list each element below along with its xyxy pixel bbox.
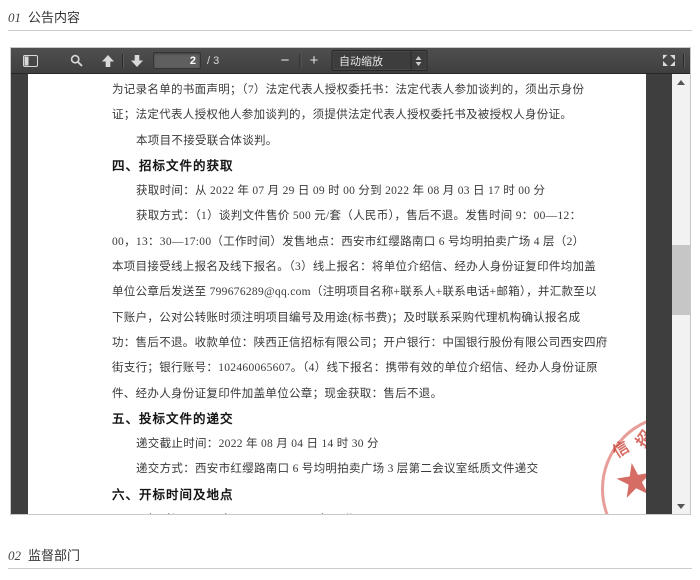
sidebar-toggle-icon — [23, 55, 38, 67]
document-text-line: 本项目不接受联合体谈判。 — [112, 129, 638, 154]
section-number: 01 — [8, 10, 21, 25]
toolbar-left-group: / 3 — [11, 48, 219, 73]
section-header-announcement: 01 公告内容 — [8, 7, 80, 26]
zoom-out-button[interactable]: − — [274, 51, 296, 71]
pdf-page: 为记录名单的书面声明；（7）法定代表人授权委托书：法定代表人参加谈判的，须出示身… — [28, 74, 646, 514]
document-text-line: 功：售后不退。收款单位：陕西正信招标有限公司；开户银行：中国银行股份有限公司西安… — [112, 331, 638, 356]
pdf-viewer-body: 为记录名单的书面声明；（7）法定代表人授权委托书：法定代表人参加谈判的，须出示身… — [11, 74, 690, 514]
document-text-line: 单位公章后发送至 799676289@qq.com（注明项目名称+联系人+联系电… — [112, 280, 638, 305]
presentation-mode-button[interactable] — [658, 51, 680, 71]
section-title: 公告内容 — [28, 10, 80, 25]
document-heading: 六、开标时间及地点 — [112, 483, 638, 508]
arrow-up-icon — [101, 55, 115, 67]
toolbar-right-group — [658, 48, 690, 73]
document-text-line: 件、经办人身份证复印件加盖单位公章；现金获取：售后不退。 — [112, 382, 638, 407]
pdf-toolbar: / 3 − + 自动缩放 — [11, 48, 690, 74]
plus-icon: + — [310, 53, 319, 68]
section-title: 监督部门 — [28, 548, 80, 563]
document-text-line: 本项目接受线上报名及线下报名。（3）线上报名：将单位介绍信、经办人身份证复印件均… — [112, 255, 638, 280]
document-text-line: 递交截止时间：2022 年 08 月 04 日 14 时 30 分 — [112, 432, 638, 457]
sidebar-toggle-button[interactable] — [19, 51, 41, 71]
pdf-viewer: / 3 − + 自动缩放 — [10, 47, 691, 515]
search-icon — [70, 54, 83, 67]
scroll-down-icon — [677, 504, 685, 509]
scroll-up-icon — [677, 80, 685, 85]
section-header-supervision: 02 监督部门 — [8, 545, 80, 564]
document-text-line: 递交方式：西安市红缨路南口 6 号均明拍卖广场 3 层第二会议室纸质文件递交 — [112, 457, 638, 482]
previous-page-button[interactable] — [97, 51, 119, 71]
document-text-line: 为记录名单的书面声明；（7）法定代表人授权委托书：法定代表人参加谈判的，须出示身… — [112, 78, 638, 103]
zoom-select-value: 自动缩放 — [332, 53, 410, 69]
search-button[interactable] — [65, 51, 87, 71]
document-heading: 五、投标文件的递交 — [112, 407, 638, 432]
zoom-select[interactable]: 自动缩放 — [331, 50, 427, 71]
document-text-line: 下账户，公对公转账时须注明项目编号及用途(标书费)；及时联系采购代理机构确认报名… — [112, 306, 638, 331]
select-spinner-icon — [410, 51, 426, 70]
toolbar-separator — [122, 54, 123, 68]
zoom-in-button[interactable]: + — [303, 51, 325, 71]
vertical-scrollbar[interactable] — [672, 74, 690, 514]
divider — [8, 30, 692, 31]
scroll-down-button[interactable] — [672, 498, 690, 514]
minus-icon: − — [281, 53, 290, 68]
page-count-label: / 3 — [207, 55, 219, 67]
next-page-button[interactable] — [126, 51, 148, 71]
document-text-line: 开标时间：2022 年 08 月 04 日 14 时 30 分 — [112, 508, 638, 514]
stamp-star-icon: ★ — [610, 450, 646, 510]
toolbar-zoom-group: − + 自动缩放 — [274, 48, 427, 73]
document-lines: 为记录名单的书面声明；（7）法定代表人授权委托书：法定代表人参加谈判的，须出示身… — [28, 74, 646, 514]
document-heading: 四、招标文件的获取 — [112, 154, 638, 179]
fullscreen-icon — [662, 54, 676, 67]
arrow-down-icon — [130, 55, 144, 67]
document-text-line: 获取时间：从 2022 年 07 月 29 日 09 时 00 分到 2022 … — [112, 179, 638, 204]
stamp-character: 招 — [629, 425, 646, 452]
section-number: 02 — [8, 548, 21, 563]
scrollbar-thumb[interactable] — [672, 245, 690, 315]
toolbar-separator — [299, 54, 300, 68]
document-text-line: 证；法定代表人授权他人参加谈判的，须提供法定代表人授权委托书及被授权人身份证。 — [112, 103, 638, 128]
page-number-input[interactable] — [153, 52, 201, 69]
scroll-up-button[interactable] — [672, 74, 690, 90]
document-text-line: 街支行；银行账号：102460065607。（4）线下报名：携带有效的单位介绍信… — [112, 356, 638, 381]
document-text-line: 获取方式：（1）谈判文件售价 500 元/套（人民币），售后不退。发售时间 9：… — [112, 204, 638, 229]
divider — [8, 568, 692, 569]
toolbar-separator — [683, 54, 684, 68]
document-text-line: 00，13：30—17:00（工作时间）发售地点：西安市红缨路南口 6 号均明拍… — [112, 230, 638, 255]
